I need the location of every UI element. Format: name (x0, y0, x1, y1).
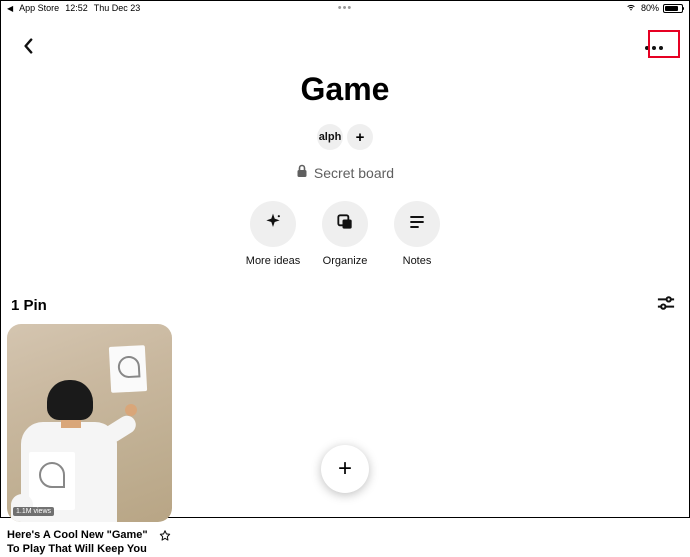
more-ideas-label: More ideas (246, 255, 300, 267)
status-bar: ◀ App Store 12:52 Thu Dec 23 ••• 80% (1, 1, 689, 15)
more-ideas-action: More ideas (244, 201, 302, 267)
more-ideas-button[interactable] (250, 201, 296, 247)
status-date: Thu Dec 23 (94, 3, 141, 13)
views-badge: 1.1M views (13, 507, 54, 516)
pin-card[interactable]: 1.1M views Here's A Cool New "Game" To P… (7, 324, 172, 557)
add-pin-fab[interactable]: + (321, 445, 369, 493)
notes-action: Notes (388, 201, 446, 267)
add-collaborator-button[interactable]: + (347, 124, 373, 150)
pins-count: 1 Pin (11, 297, 47, 314)
more-options-button[interactable] (639, 33, 669, 63)
organize-label: Organize (323, 255, 368, 267)
secret-board-label: Secret board (1, 164, 689, 181)
wifi-icon (625, 2, 637, 14)
notes-icon (407, 212, 427, 237)
header-row (1, 15, 689, 69)
notes-button[interactable] (394, 201, 440, 247)
lock-icon (296, 164, 308, 181)
avatar[interactable]: alph (317, 124, 343, 150)
plus-icon: + (338, 455, 352, 483)
plus-icon: + (356, 129, 365, 146)
pin-caption-row: Here's A Cool New "Game" To Play That Wi… (7, 528, 172, 557)
pin-title: Here's A Cool New "Game" To Play That Wi… (7, 528, 154, 557)
collaborators-row: alph + (1, 124, 689, 150)
sliders-icon (657, 295, 675, 311)
status-time: 12:52 (65, 3, 88, 13)
pin-grid: 1.1M views Here's A Cool New "Game" To P… (1, 324, 689, 557)
battery-percent: 80% (641, 3, 659, 13)
board-actions: More ideas Organize Notes (1, 201, 689, 267)
back-app-label[interactable]: App Store (19, 3, 59, 13)
sparkle-icon (263, 212, 283, 237)
favorite-button[interactable] (158, 529, 172, 543)
battery-icon (663, 4, 683, 13)
status-left: ◀ App Store 12:52 Thu Dec 23 (7, 3, 140, 13)
organize-action: Organize (316, 201, 374, 267)
pins-header: 1 Pin (1, 267, 689, 324)
status-right: 80% (625, 2, 683, 14)
notes-label: Notes (403, 255, 432, 267)
organize-button[interactable] (322, 201, 368, 247)
filter-button[interactable] (657, 295, 675, 316)
back-caret-icon[interactable]: ◀ (7, 4, 13, 13)
back-button[interactable] (21, 38, 35, 59)
multitask-dots-icon[interactable]: ••• (338, 2, 353, 14)
board-title: Game (1, 71, 689, 108)
pin-image[interactable]: 1.1M views (7, 324, 172, 522)
organize-icon (335, 212, 355, 237)
avatar-initials: alph (319, 131, 342, 143)
star-icon (158, 529, 172, 543)
secret-text: Secret board (314, 165, 394, 181)
